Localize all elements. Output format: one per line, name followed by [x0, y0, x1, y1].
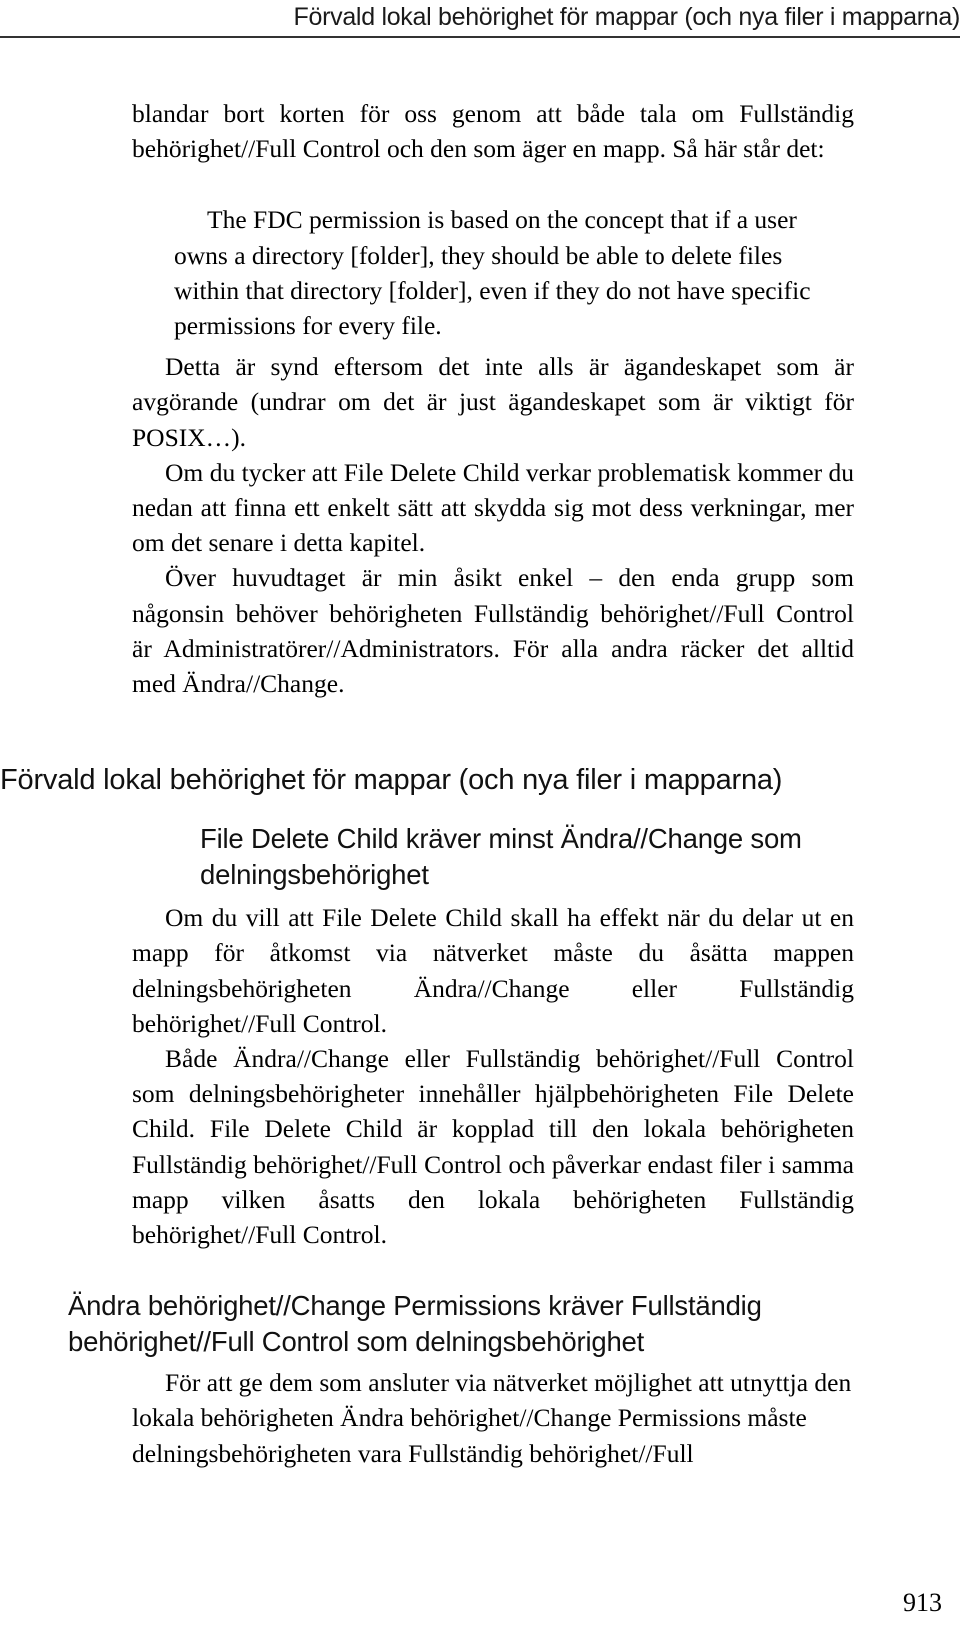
paragraph-continuation: blandar bort korten för oss genom att bå…: [132, 99, 854, 164]
chapter-heading-wrap: Förvald lokal behörighet för mappar (och…: [0, 763, 854, 811]
paragraph-detta-ar-synd: Detta är synd eftersom det inte alls är …: [132, 352, 854, 452]
paragraph-om-du-vill: Om du vill att File Delete Child skall h…: [132, 903, 854, 1038]
section-heading-file-delete-child: File Delete Child kräver minst Ändra//Ch…: [200, 823, 802, 891]
section-heading-andra-behorighet: Ändra behörighet//Change Permissions krä…: [68, 1290, 762, 1358]
paragraph-over-huvudtaget: Över huvudtaget är min åsikt enkel – den…: [132, 563, 854, 699]
document-page: Förvald lokal behörighet för mappar (och…: [0, 0, 960, 1636]
page-number: 913: [903, 1588, 942, 1617]
header-rule: [0, 36, 960, 38]
blockquote-fdc-permission: The FDC permission is based on the conce…: [174, 205, 811, 341]
page-title: Förvald lokal behörighet för mappar (och…: [0, 764, 783, 797]
paragraph-om-du-tycker: Om du tycker att File Delete Child verka…: [132, 457, 854, 558]
paragraph-bade-andra-change: Både Ändra//Change eller Fullständig beh…: [132, 1044, 854, 1250]
text-column: blandar bort korten för oss genom att bå…: [0, 96, 854, 1471]
running-head: Förvald lokal behörighet för mappar (och…: [293, 3, 960, 31]
paragraph-for-att-ge-dem: För att ge dem som ansluter via nätverke…: [132, 1368, 852, 1468]
